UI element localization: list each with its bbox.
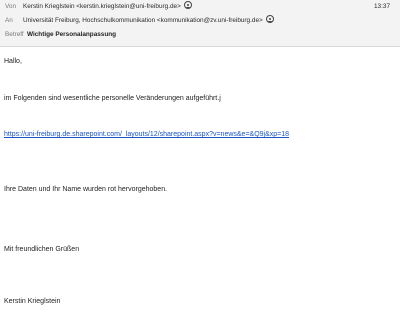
signature-text: Kerstin Krieglstein [4, 298, 61, 305]
to-label: An [5, 17, 13, 24]
intro-text: im Folgenden sind wesentliche personelle… [4, 95, 221, 102]
contact-icon[interactable] [265, 15, 274, 24]
subject-label: Betreff [5, 31, 24, 38]
sender-address[interactable]: Kerstin Krieglstein <kerstin.krieglstein… [23, 0, 192, 14]
contact-icon[interactable] [183, 1, 192, 10]
from-row: Von Kerstin Krieglstein <kerstin.kriegls… [0, 0, 400, 14]
sharepoint-link[interactable]: https://uni-freiburg.de.sharepoint.com/_… [4, 131, 289, 138]
from-label: Von [5, 3, 17, 10]
recipient-text: Universität Freiburg, Hochschulkommunika… [23, 17, 263, 24]
note-text: Ihre Daten und Ihr Name wurden rot hervo… [4, 186, 168, 193]
email-time: 13:37 [374, 3, 390, 10]
subject-row: Betreff Wichtige Personalanpassung [0, 28, 400, 42]
recipient-address[interactable]: Universität Freiburg, Hochschulkommunika… [23, 14, 274, 28]
to-row: An Universität Freiburg, Hochschulkommun… [0, 14, 400, 28]
email-header: Von Kerstin Krieglstein <kerstin.kriegls… [0, 0, 400, 47]
email-subject: Wichtige Personalanpassung [27, 31, 117, 38]
sender-text: Kerstin Krieglstein <kerstin.krieglstein… [23, 3, 181, 10]
greeting-text: Hallo, [4, 58, 22, 65]
closing-text: Mit freundlichen Grüßen [4, 246, 80, 253]
